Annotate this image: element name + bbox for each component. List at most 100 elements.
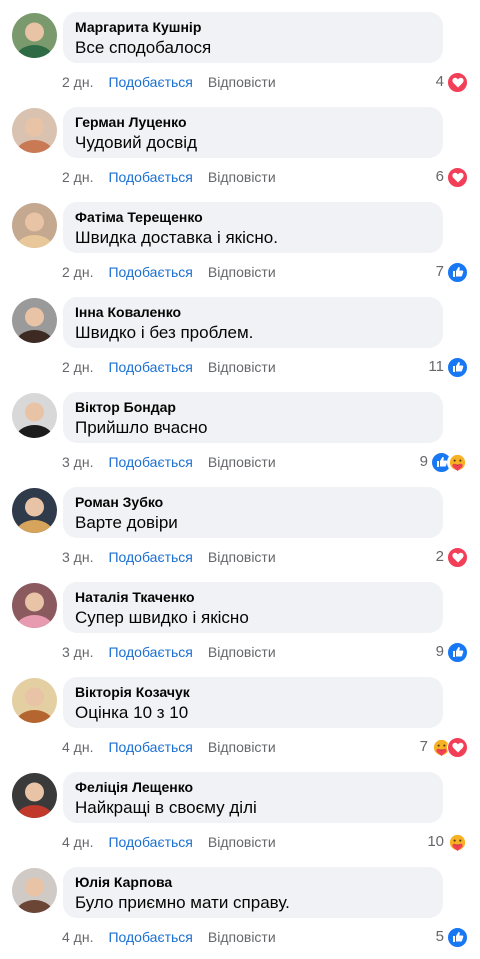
comment-author[interactable]: Маргарита Кушнір <box>75 19 431 36</box>
comment-time[interactable]: 2 дн. <box>62 264 93 281</box>
comment-text: Швидка доставка і якісно. <box>75 228 278 247</box>
comment-time[interactable]: 2 дн. <box>62 359 93 376</box>
comment: Юлія Карпова Було приємно мати справу. 4… <box>0 855 480 950</box>
comment: Фатіма Терещенко Швидка доставка і якісн… <box>0 190 480 285</box>
comment-actions: 3 дн. Подобається Відповісти <box>62 454 276 471</box>
reply-button[interactable]: Відповісти <box>208 74 276 91</box>
like-button[interactable]: Подобається <box>108 549 192 566</box>
reaction-summary[interactable]: 4 <box>436 71 468 93</box>
comment-bubble: Герман Луценко Чудовий досвід <box>63 107 443 158</box>
comment-time[interactable]: 3 дн. <box>62 549 93 566</box>
comment-time[interactable]: 3 дн. <box>62 644 93 661</box>
reaction-count: 7 <box>435 263 444 280</box>
comment-author[interactable]: Юлія Карпова <box>75 874 431 891</box>
comment-author[interactable]: Наталія Ткаченко <box>75 589 431 606</box>
comment-author[interactable]: Фатіма Терещенко <box>75 209 431 226</box>
like-button[interactable]: Подобається <box>108 834 192 851</box>
avatar[interactable] <box>12 393 57 438</box>
comment-list: Маргарита Кушнір Все сподобалося 2 дн. По… <box>0 0 480 950</box>
comment-time[interactable]: 3 дн. <box>62 454 93 471</box>
comment-bubble: Роман Зубко Варте довіри <box>63 487 443 538</box>
reply-button[interactable]: Відповісти <box>208 264 276 281</box>
like-button[interactable]: Подобається <box>108 74 192 91</box>
reaction-summary[interactable]: 9 <box>420 451 468 473</box>
reaction-summary[interactable]: 11 <box>428 356 468 378</box>
comment-author[interactable]: Вікторія Козачук <box>75 684 431 701</box>
like-button[interactable]: Подобається <box>108 644 192 661</box>
comment: Інна Коваленко Швидко і без проблем. 2 д… <box>0 285 480 380</box>
comment-author[interactable]: Герман Луценко <box>75 114 431 131</box>
comment-author[interactable]: Роман Зубко <box>75 494 431 511</box>
care-reaction-icon <box>447 451 468 473</box>
comment-author[interactable]: Інна Коваленко <box>75 304 431 321</box>
reply-button[interactable]: Відповісти <box>208 169 276 186</box>
thumbs-up-reaction-icon <box>447 356 468 378</box>
like-button[interactable]: Подобається <box>108 169 192 186</box>
comment-actions: 2 дн. Подобається Відповісти <box>62 359 276 376</box>
comment-time[interactable]: 4 дн. <box>62 929 93 946</box>
comment-bubble: Фатіма Терещенко Швидка доставка і якісн… <box>63 202 443 253</box>
reply-button[interactable]: Відповісти <box>208 549 276 566</box>
thumbs-up-reaction-icon <box>447 641 468 663</box>
avatar[interactable] <box>12 583 57 628</box>
reaction-summary[interactable]: 9 <box>436 641 468 663</box>
heart-reaction-icon <box>447 166 468 188</box>
comment-bubble: Вікторія Козачук Оцінка 10 з 10 <box>63 677 443 728</box>
comment: Віктор Бондар Прийшло вчасно 3 дн. Подоба… <box>0 380 480 475</box>
comment-text: Варте довіри <box>75 513 178 532</box>
comment-bubble: Феліція Лещенко Найкращі в своєму ділі <box>63 772 443 823</box>
heart-reaction-icon <box>447 71 468 93</box>
reaction-summary[interactable]: 2 <box>436 546 468 568</box>
avatar[interactable] <box>12 108 57 153</box>
reply-button[interactable]: Відповісти <box>208 644 276 661</box>
avatar[interactable] <box>12 298 57 343</box>
thumbs-up-reaction-icon <box>447 926 468 948</box>
thumbs-up-reaction-icon <box>447 261 468 283</box>
avatar[interactable] <box>12 773 57 818</box>
comment-time[interactable]: 4 дн. <box>62 739 93 756</box>
reply-button[interactable]: Відповісти <box>208 929 276 946</box>
avatar[interactable] <box>12 868 57 913</box>
comment-time[interactable]: 4 дн. <box>62 834 93 851</box>
reaction-summary[interactable]: 10 <box>427 831 468 853</box>
comment-author[interactable]: Віктор Бондар <box>75 399 431 416</box>
comment-actions: 2 дн. Подобається Відповісти <box>62 169 276 186</box>
avatar[interactable] <box>12 488 57 533</box>
comment-text: Прийшло вчасно <box>75 418 208 437</box>
reaction-count: 9 <box>435 643 444 660</box>
reply-button[interactable]: Відповісти <box>208 834 276 851</box>
reaction-summary[interactable]: 7 <box>420 736 468 758</box>
comment-text: Оцінка 10 з 10 <box>75 703 189 722</box>
reaction-summary[interactable]: 7 <box>436 261 468 283</box>
reaction-count: 4 <box>435 73 444 90</box>
reaction-count: 10 <box>427 833 444 850</box>
comment: Вікторія Козачук Оцінка 10 з 10 4 дн. Под… <box>0 665 480 760</box>
reply-button[interactable]: Відповісти <box>208 739 276 756</box>
reply-button[interactable]: Відповісти <box>208 359 276 376</box>
reply-button[interactable]: Відповісти <box>208 454 276 471</box>
avatar[interactable] <box>12 13 57 58</box>
like-button[interactable]: Подобається <box>108 264 192 281</box>
comment-text: Чудовий досвід <box>75 133 197 152</box>
reaction-count: 11 <box>428 358 444 375</box>
avatar[interactable] <box>12 678 57 723</box>
comment-bubble: Маргарита Кушнір Все сподобалося <box>63 12 443 63</box>
comment-time[interactable]: 2 дн. <box>62 169 93 186</box>
reaction-count: 2 <box>435 548 444 565</box>
like-button[interactable]: Подобається <box>108 359 192 376</box>
comment: Роман Зубко Варте довіри 3 дн. Подобаєтьс… <box>0 475 480 570</box>
comment: Наталія Ткаченко Супер швидко і якісно 3… <box>0 570 480 665</box>
comment-actions: 3 дн. Подобається Відповісти <box>62 549 276 566</box>
reaction-summary[interactable]: 5 <box>436 926 468 948</box>
comment-bubble: Віктор Бондар Прийшло вчасно <box>63 392 443 443</box>
avatar[interactable] <box>12 203 57 248</box>
heart-reaction-icon <box>447 736 468 758</box>
comment: Маргарита Кушнір Все сподобалося 2 дн. По… <box>0 0 480 95</box>
comment-author[interactable]: Феліція Лещенко <box>75 779 431 796</box>
comment-time[interactable]: 2 дн. <box>62 74 93 91</box>
comment-bubble: Наталія Ткаченко Супер швидко і якісно <box>63 582 443 633</box>
like-button[interactable]: Подобається <box>108 454 192 471</box>
like-button[interactable]: Подобається <box>108 929 192 946</box>
like-button[interactable]: Подобається <box>108 739 192 756</box>
reaction-summary[interactable]: 6 <box>436 166 468 188</box>
